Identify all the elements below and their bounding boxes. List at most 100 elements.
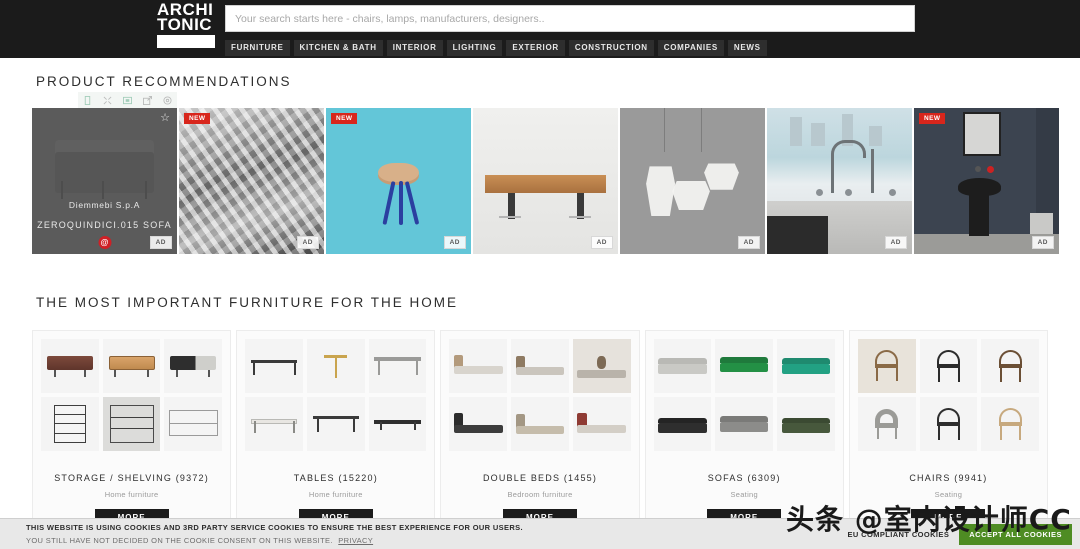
cookie-line-2-wrap: YOU STILL HAVE NOT DECIDED ON THE COOKIE… [26, 535, 523, 546]
thumbnail [511, 339, 569, 393]
ad-label: AD [591, 236, 613, 249]
nav-item-interior[interactable]: INTERIOR [387, 40, 443, 56]
site-header: ARCHI TONIC FURNITURE KITCHEN & BATH INT… [0, 0, 1080, 58]
ad-card-7[interactable]: NEW AD [914, 108, 1059, 254]
cookie-text-block: THIS WEBSITE IS USING COOKIES AND 3RD PA… [26, 522, 523, 546]
search-bar[interactable] [225, 5, 915, 32]
logo-bar [157, 35, 215, 48]
new-badge: NEW [331, 113, 357, 124]
thumbnail [369, 397, 427, 451]
ad-carousel: ☆ Diemmebi S.p.A ZEROQUINDICI.015 SOFA @… [32, 108, 1048, 254]
favorite-star-icon[interactable]: ☆ [160, 113, 170, 124]
thumbnail [981, 397, 1039, 451]
thumbnail [920, 339, 978, 393]
cookie-consent-bar: THIS WEBSITE IS USING COOKIES AND 3RD PA… [0, 518, 1080, 549]
ad-label: AD [297, 236, 319, 249]
ad-label: AD [150, 236, 172, 249]
thumbnail [164, 397, 222, 451]
thumbnail [654, 339, 712, 393]
logo-line-2: TONIC [157, 17, 217, 32]
thumbnail [41, 339, 99, 393]
cookie-actions: EU COMPLIANT COOKIES ACCEPT ALL COOKIES [847, 524, 1072, 545]
nav-item-exterior[interactable]: EXTERIOR [506, 40, 565, 56]
thumbnail [715, 339, 773, 393]
category-sublabel: Home furniture [237, 490, 434, 499]
search-input[interactable] [226, 6, 914, 31]
category-row: STORAGE / SHELVING (9372) Home furniture… [32, 330, 1048, 530]
new-badge: NEW [184, 113, 210, 124]
category-label: SOFAS (6309) [646, 473, 843, 483]
ad-label: AD [1032, 236, 1054, 249]
ad-label: AD [444, 236, 466, 249]
ad-brand: Diemmebi S.p.A [32, 200, 177, 210]
thumbnail [573, 397, 631, 451]
cookie-line-2: YOU STILL HAVE NOT DECIDED ON THE COOKIE… [26, 536, 333, 545]
thumbnail [307, 397, 365, 451]
thumbnail [164, 339, 222, 393]
ad-image-weave [179, 108, 324, 254]
thumbnail [245, 339, 303, 393]
ad-card-1[interactable]: ☆ Diemmebi S.p.A ZEROQUINDICI.015 SOFA @… [32, 108, 177, 254]
thumbnail [369, 339, 427, 393]
eu-compliant-label: EU COMPLIANT COOKIES [847, 530, 949, 539]
ad-image-stool [326, 108, 471, 254]
categories-title: THE MOST IMPORTANT FURNITURE FOR THE HOM… [36, 295, 458, 310]
recommendations-title: PRODUCT RECOMMENDATIONS [36, 74, 292, 89]
thumbnail-grid [654, 339, 835, 451]
thumbnail [858, 339, 916, 393]
category-card-double-beds[interactable]: DOUBLE BEDS (1455) Bedroom furniture MOR… [440, 330, 639, 530]
ad-product-name: ZEROQUINDICI.015 SOFA [32, 220, 177, 230]
accept-all-cookies-button[interactable]: ACCEPT ALL COOKIES [959, 524, 1072, 545]
architonic-badge-icon: @ [98, 236, 111, 249]
capture-icon[interactable] [123, 96, 132, 105]
thumbnail [449, 339, 507, 393]
ad-label: AD [885, 236, 907, 249]
nav-item-companies[interactable]: COMPANIES [658, 40, 724, 56]
thumbnail [41, 397, 99, 451]
ad-card-5[interactable]: AD [620, 108, 765, 254]
category-card-tables[interactable]: TABLES (15220) Home furniture MORE [236, 330, 435, 530]
main-nav: FURNITURE KITCHEN & BATH INTERIOR LIGHTI… [225, 40, 767, 56]
nav-item-kitchen-bath[interactable]: KITCHEN & BATH [294, 40, 383, 56]
thumbnail [777, 339, 835, 393]
ad-card-4[interactable]: AD [473, 108, 618, 254]
expand-icon[interactable] [103, 96, 112, 105]
ad-image-pendant-lamp [620, 108, 765, 254]
share-icon[interactable] [143, 96, 152, 105]
category-label: CHAIRS (9941) [850, 473, 1047, 483]
page-root: ARCHI TONIC FURNITURE KITCHEN & BATH INT… [0, 0, 1080, 549]
category-label: TABLES (15220) [237, 473, 434, 483]
category-label: DOUBLE BEDS (1455) [441, 473, 638, 483]
thumbnail [715, 397, 773, 451]
thumbnail [777, 397, 835, 451]
settings-icon[interactable] [163, 96, 172, 105]
thumbnail [858, 397, 916, 451]
category-sublabel: Bedroom furniture [441, 490, 638, 499]
ad-caption: Diemmebi S.p.A ZEROQUINDICI.015 SOFA [32, 200, 177, 230]
thumbnail-grid [41, 339, 222, 451]
category-sublabel: Seating [850, 490, 1047, 499]
ad-image-basin [914, 108, 1059, 254]
ad-card-3[interactable]: NEW AD [326, 108, 471, 254]
ad-label: AD [738, 236, 760, 249]
nav-item-lighting[interactable]: LIGHTING [447, 40, 503, 56]
nav-item-furniture[interactable]: FURNITURE [225, 40, 290, 56]
nav-item-news[interactable]: NEWS [728, 40, 767, 56]
preview-toolbar[interactable] [78, 92, 177, 109]
thumbnail [511, 397, 569, 451]
mobile-preview-icon[interactable] [83, 96, 92, 105]
site-logo[interactable]: ARCHI TONIC [157, 2, 217, 48]
category-card-chairs[interactable]: CHAIRS (9941) Seating MORE [849, 330, 1048, 530]
ad-card-2[interactable]: NEW AD [179, 108, 324, 254]
thumbnail [245, 397, 303, 451]
ad-card-6[interactable]: AD [767, 108, 912, 254]
thumbnail [307, 339, 365, 393]
privacy-link[interactable]: PRIVACY [338, 536, 373, 545]
nav-item-construction[interactable]: CONSTRUCTION [569, 40, 654, 56]
category-card-sofas[interactable]: SOFAS (6309) Seating MORE [645, 330, 844, 530]
ad-image-bath-tap [767, 108, 912, 254]
ad-image-bench [473, 108, 618, 254]
category-card-storage-shelving[interactable]: STORAGE / SHELVING (9372) Home furniture… [32, 330, 231, 530]
category-label: STORAGE / SHELVING (9372) [33, 473, 230, 483]
thumbnail [573, 339, 631, 393]
